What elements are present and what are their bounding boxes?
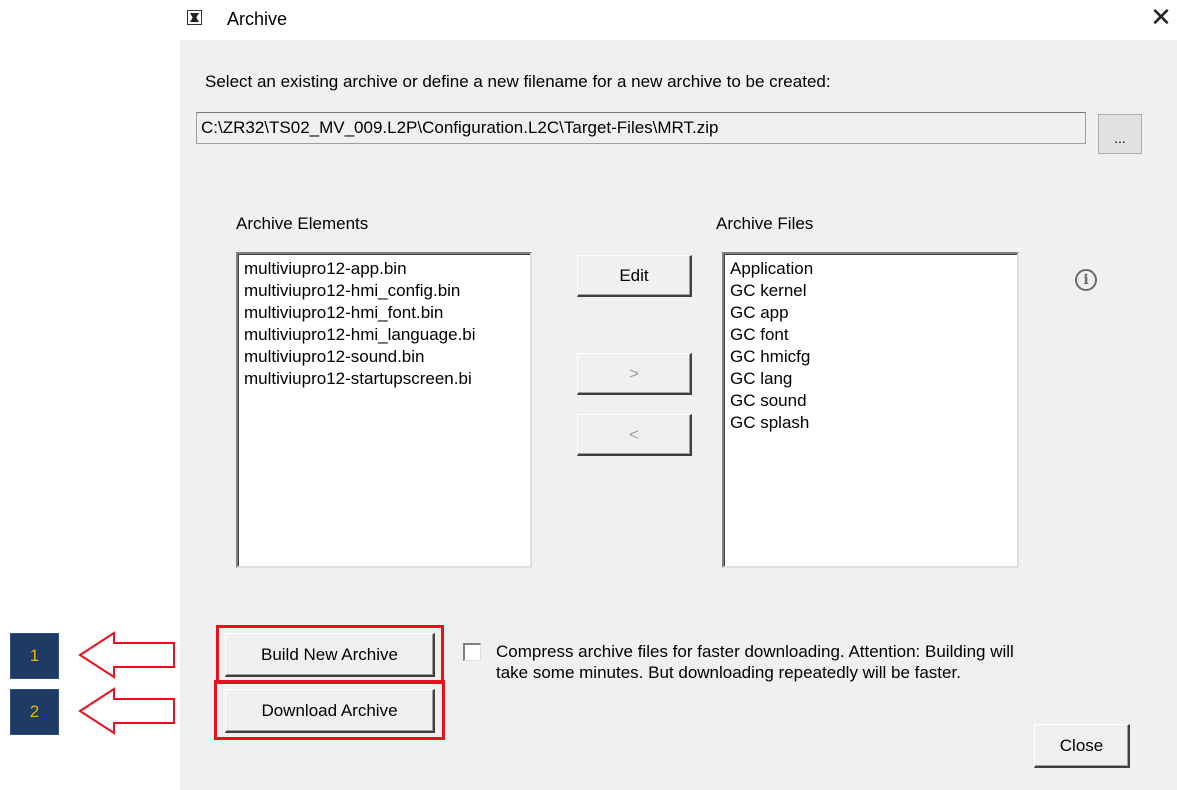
list-item[interactable]: GC app	[730, 302, 1017, 324]
list-item[interactable]: GC font	[730, 324, 1017, 346]
compress-checkbox[interactable]	[463, 643, 481, 661]
close-button[interactable]: Close	[1034, 724, 1130, 768]
edit-button[interactable]: Edit	[577, 255, 692, 297]
build-highlight-box	[216, 625, 444, 684]
archive-prompt: Select an existing archive or define a n…	[205, 72, 831, 91]
list-item[interactable]: GC kernel	[730, 280, 1017, 302]
list-item[interactable]: multiviupro12-hmi_font.bin	[244, 302, 530, 324]
app-icon	[187, 10, 202, 25]
step-2-badge: 2	[10, 689, 59, 735]
archive-path-field[interactable]	[196, 112, 1086, 144]
list-item[interactable]: multiviupro12-startupscreen.bi	[244, 368, 530, 390]
move-left-button[interactable]: <	[577, 414, 692, 456]
list-item[interactable]: Application	[730, 258, 1017, 280]
close-window-icon[interactable]: ✕	[1148, 4, 1174, 30]
compress-label-line1: Compress archive files for faster downlo…	[496, 642, 1014, 661]
list-item[interactable]: multiviupro12-hmi_config.bin	[244, 280, 530, 302]
archive-files-list[interactable]: Application GC kernel GC app GC font GC …	[722, 252, 1019, 568]
list-item[interactable]: multiviupro12-sound.bin	[244, 346, 530, 368]
window-title: Archive	[227, 9, 288, 29]
list-item[interactable]: GC hmicfg	[730, 346, 1017, 368]
left-arrow-icon	[78, 631, 175, 679]
list-item[interactable]: multiviupro12-app.bin	[244, 258, 530, 280]
archive-elements-list[interactable]: multiviupro12-app.bin multiviupro12-hmi_…	[236, 252, 532, 568]
title-bar	[180, 0, 1177, 40]
list-item[interactable]: GC sound	[730, 390, 1017, 412]
browse-button[interactable]: ...	[1098, 114, 1142, 154]
archive-elements-header: Archive Elements	[236, 214, 369, 233]
download-highlight-box	[214, 680, 445, 740]
archive-files-header: Archive Files	[716, 214, 814, 233]
compress-label-line2: take some minutes. But downloading repea…	[496, 663, 961, 682]
list-item[interactable]: GC lang	[730, 368, 1017, 390]
move-right-button[interactable]: >	[577, 353, 692, 395]
info-icon[interactable]: i	[1075, 269, 1097, 291]
left-arrow-icon	[78, 687, 175, 735]
compress-label: Compress archive files for faster downlo…	[496, 641, 1156, 683]
step-1-badge: 1	[10, 633, 59, 679]
list-item[interactable]: multiviupro12-hmi_language.bi	[244, 324, 530, 346]
list-item[interactable]: GC splash	[730, 412, 1017, 434]
